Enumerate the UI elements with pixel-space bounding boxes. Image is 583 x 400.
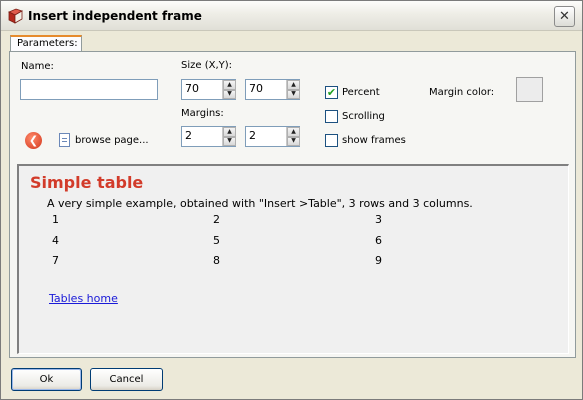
size-x-spin-arrows[interactable]: ▲ ▼: [222, 80, 236, 99]
close-icon: ✕: [559, 9, 570, 24]
checkmark-icon: ✔: [326, 86, 337, 99]
page-icon: [59, 133, 70, 147]
tables-home-link[interactable]: Tables home: [49, 292, 118, 305]
spin-up-icon[interactable]: ▲: [223, 80, 236, 90]
margin-color-label: Margin color:: [429, 87, 495, 98]
tab-parameters[interactable]: Parameters:: [10, 35, 82, 52]
percent-checkbox[interactable]: ✔: [325, 86, 338, 99]
show-frames-label: show frames: [342, 135, 406, 146]
spin-up-icon[interactable]: ▲: [287, 80, 300, 90]
spin-down-icon[interactable]: ▼: [287, 89, 300, 99]
book-icon: [8, 8, 23, 24]
table-cell: 2: [213, 213, 220, 226]
close-button[interactable]: ✕: [554, 6, 575, 27]
preview-title: Simple table: [30, 173, 144, 192]
name-label: Name:: [21, 61, 54, 72]
scrolling-checkbox[interactable]: [325, 110, 338, 123]
margins-label: Margins:: [181, 108, 224, 119]
table-cell: 8: [213, 254, 220, 267]
show-frames-checkbox[interactable]: [325, 134, 338, 147]
table-cell: 6: [375, 234, 382, 247]
margin-x-spin-arrows[interactable]: ▲ ▼: [222, 127, 236, 146]
browse-page-link[interactable]: browse page...: [75, 135, 149, 146]
size-label: Size (X,Y):: [181, 60, 233, 71]
window-title: Insert independent frame: [28, 9, 202, 23]
table-cell: 3: [375, 213, 382, 226]
margin-y-spin-arrows[interactable]: ▲ ▼: [286, 127, 300, 146]
name-input[interactable]: [20, 79, 158, 100]
back-arrow-icon[interactable]: ❮: [25, 132, 42, 149]
table-cell: 7: [52, 254, 59, 267]
dialog-window: Insert independent frame ✕ Parameters: N…: [0, 0, 583, 400]
title-bar[interactable]: Insert independent frame ✕: [1, 1, 582, 31]
spin-up-icon[interactable]: ▲: [223, 127, 236, 137]
percent-label: Percent: [342, 87, 380, 98]
table-cell: 1: [52, 213, 59, 226]
spin-up-icon[interactable]: ▲: [287, 127, 300, 137]
table-cell: 9: [375, 254, 382, 267]
table-cell: 4: [52, 234, 59, 247]
preview-description: A very simple example, obtained with "In…: [47, 197, 473, 210]
spin-down-icon[interactable]: ▼: [223, 89, 236, 99]
cancel-button[interactable]: Cancel: [90, 368, 163, 391]
size-y-spin-arrows[interactable]: ▲ ▼: [286, 80, 300, 99]
spin-down-icon[interactable]: ▼: [223, 136, 236, 146]
margin-y-value: 2: [249, 129, 256, 142]
table-cell: 5: [213, 234, 220, 247]
ok-button[interactable]: Ok: [11, 368, 82, 391]
spin-down-icon[interactable]: ▼: [287, 136, 300, 146]
size-y-value: 70: [249, 82, 263, 95]
size-x-value: 70: [185, 82, 199, 95]
margin-x-value: 2: [185, 129, 192, 142]
margin-color-swatch[interactable]: [516, 77, 543, 102]
frame-preview: Simple table A very simple example, obta…: [17, 164, 569, 354]
scrolling-label: Scrolling: [342, 111, 385, 122]
